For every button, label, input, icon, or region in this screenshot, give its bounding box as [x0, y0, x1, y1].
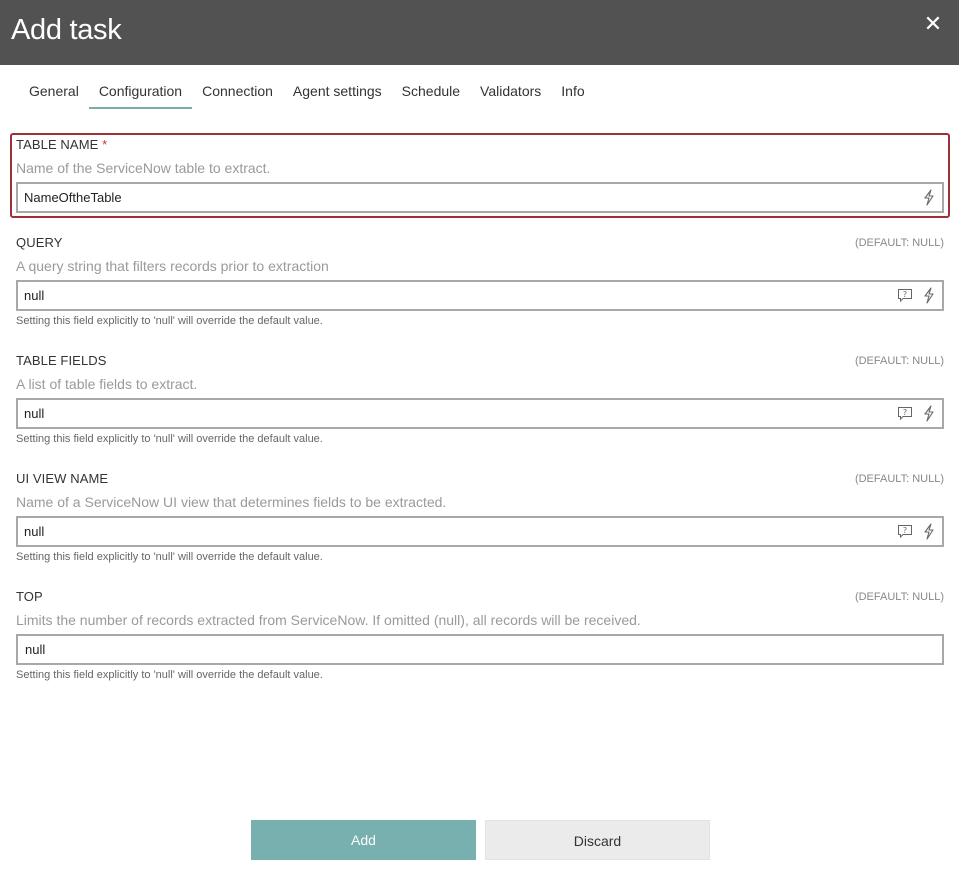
tab-connection[interactable]: Connection	[192, 82, 283, 109]
query-input[interactable]	[18, 282, 878, 309]
default-value-label: (DEFAULT: NULL)	[854, 237, 944, 249]
field-description: A query string that filters records prio…	[16, 258, 329, 274]
required-mark: *	[102, 137, 108, 152]
default-value-label: (DEFAULT: NULL)	[854, 355, 944, 367]
field-table-fields: TABLE FIELDS (DEFAULT: NULL) A list of t…	[16, 353, 944, 446]
field-top: TOP (DEFAULT: NULL) Limits the number of…	[16, 589, 944, 682]
top-input[interactable]	[18, 636, 878, 663]
field-label: QUERY	[16, 235, 63, 250]
field-query: QUERY (DEFAULT: NULL) A query string tha…	[16, 235, 944, 328]
tab-agent-settings[interactable]: Agent settings	[283, 82, 392, 109]
field-description: Limits the number of records extracted f…	[16, 612, 641, 628]
field-description: Name of a ServiceNow UI view that determ…	[16, 494, 447, 510]
field-hint: Setting this field explicitly to 'null' …	[16, 551, 323, 563]
table-fields-input-box: ?	[16, 398, 944, 429]
add-button[interactable]: Add	[251, 820, 476, 860]
close-icon[interactable]: ✕	[923, 13, 943, 35]
tab-validators[interactable]: Validators	[470, 82, 551, 109]
svg-text:?: ?	[903, 526, 907, 535]
lightning-icon[interactable]	[921, 523, 937, 540]
table-fields-input[interactable]	[18, 400, 878, 427]
help-comment-icon[interactable]: ?	[897, 287, 913, 304]
lightning-icon[interactable]	[921, 287, 937, 304]
tab-configuration[interactable]: Configuration	[88, 82, 193, 109]
svg-text:?: ?	[903, 408, 907, 417]
field-label: TABLE NAME	[16, 137, 99, 152]
table-name-input[interactable]	[18, 184, 878, 211]
dialog-header: Add task ✕	[0, 0, 959, 65]
tab-info[interactable]: Info	[551, 82, 594, 109]
field-description: A list of table fields to extract.	[16, 376, 198, 392]
field-description: Name of the ServiceNow table to extract.	[16, 160, 271, 176]
tab-general[interactable]: General	[19, 82, 89, 109]
field-table-name: TABLE NAME * Name of the ServiceNow tabl…	[16, 137, 944, 213]
table-name-input-box	[16, 182, 944, 213]
ui-view-name-input-box: ?	[16, 516, 944, 547]
lightning-icon[interactable]	[921, 189, 937, 206]
discard-button[interactable]: Discard	[485, 820, 710, 860]
field-label: TABLE FIELDS	[16, 353, 107, 368]
dialog-title: Add task	[11, 14, 122, 46]
default-value-label: (DEFAULT: NULL)	[854, 591, 944, 603]
top-input-box	[16, 634, 944, 665]
query-input-box: ?	[16, 280, 944, 311]
tab-bar: General Configuration Connection Agent s…	[19, 82, 595, 109]
svg-text:?: ?	[903, 290, 907, 299]
ui-view-name-input[interactable]	[18, 518, 878, 545]
field-hint: Setting this field explicitly to 'null' …	[16, 669, 323, 681]
field-label: UI VIEW NAME	[16, 471, 109, 486]
field-label: TOP	[16, 589, 43, 604]
tab-schedule[interactable]: Schedule	[392, 82, 470, 109]
field-hint: Setting this field explicitly to 'null' …	[16, 315, 323, 327]
help-comment-icon[interactable]: ?	[897, 405, 913, 422]
field-hint: Setting this field explicitly to 'null' …	[16, 433, 323, 445]
field-ui-view-name: UI VIEW NAME (DEFAULT: NULL) Name of a S…	[16, 471, 944, 564]
lightning-icon[interactable]	[921, 405, 937, 422]
default-value-label: (DEFAULT: NULL)	[854, 473, 944, 485]
help-comment-icon[interactable]: ?	[897, 523, 913, 540]
